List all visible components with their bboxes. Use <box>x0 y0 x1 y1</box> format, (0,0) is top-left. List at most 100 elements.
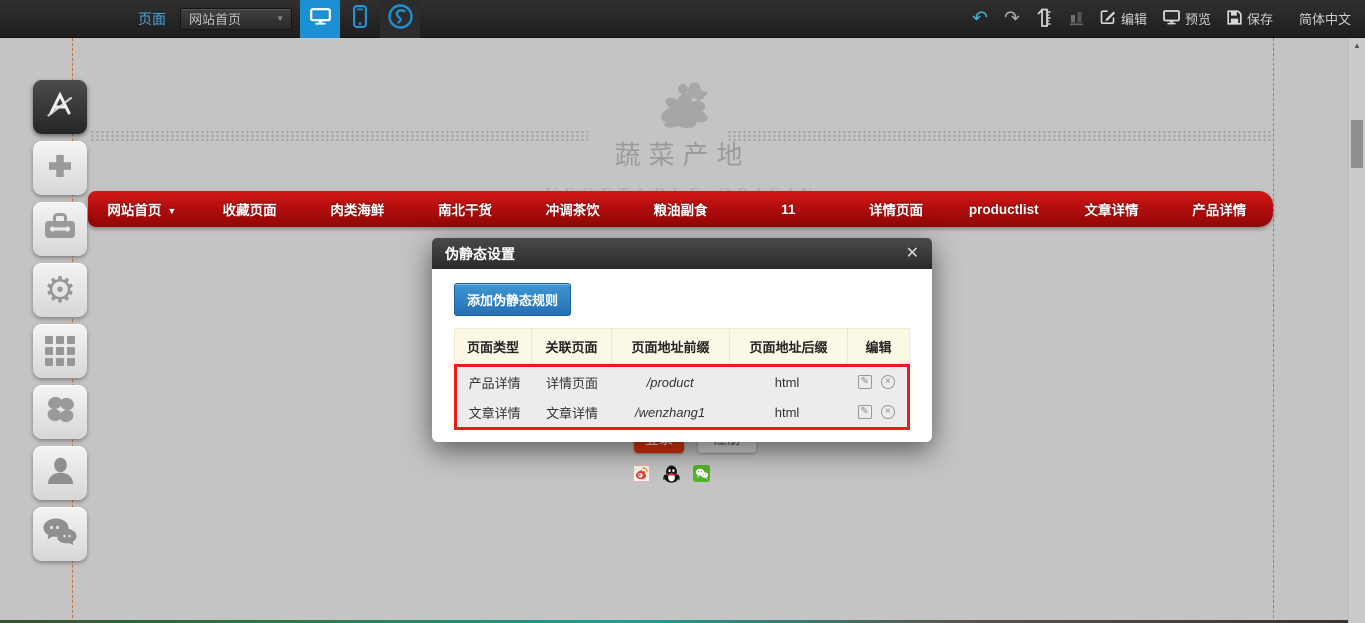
save-button[interactable]: 保存 <box>1227 9 1273 28</box>
site-logo: 蔬菜产地 VEGETABLE ORIGIN <box>0 80 1365 204</box>
nav-item-favorites[interactable]: 收藏页面 <box>196 199 304 219</box>
col-header-url-prefix: 页面地址前缀 <box>611 329 729 363</box>
cell-linked-page: 文章详情 <box>532 403 611 422</box>
nav-item-beverages[interactable]: 冲调茶饮 <box>519 199 627 219</box>
sidebar-item-design-tools[interactable] <box>33 80 87 134</box>
grid-icon <box>45 336 75 366</box>
nav-item-detail-page[interactable]: 详情页面 <box>842 199 950 219</box>
site-navbar: 网站首页 ▼ 收藏页面 肉类海鲜 南北干货 冲调茶饮 粮油副食 11 详情页面 p… <box>88 191 1273 227</box>
ruler-button[interactable] <box>1036 7 1053 31</box>
chevron-down-icon: ▼ <box>167 206 176 216</box>
scroll-up-arrow[interactable]: ▲ <box>1349 41 1365 50</box>
desktop-view-button[interactable] <box>300 0 340 38</box>
nav-item-product-detail[interactable]: 产品详情 <box>1165 199 1273 219</box>
social-login-icons <box>633 465 710 482</box>
page-select-dropdown[interactable]: 网站首页 ▼ <box>180 8 292 30</box>
redo-button[interactable]: ↷ <box>1004 9 1020 28</box>
mobile-phone-icon <box>353 5 367 33</box>
dialog-title: 伪静态设置 <box>445 244 515 264</box>
vegetable-logo-icon <box>648 115 718 132</box>
clover-icon <box>44 393 77 431</box>
table-row: 文章详情 文章详情 /wenzhang1 html ✎ × <box>457 397 907 427</box>
mobile-view-button[interactable] <box>340 0 380 38</box>
row-actions: ✎ × <box>846 405 907 419</box>
preview-label: 预览 <box>1185 9 1211 28</box>
edit-button[interactable]: 编辑 <box>1100 9 1147 28</box>
delete-row-icon[interactable]: × <box>881 405 895 419</box>
ruler-icon <box>1036 7 1053 31</box>
nav-item-article-detail[interactable]: 文章详情 <box>1058 199 1166 219</box>
nav-item-grain-oil[interactable]: 粮油副食 <box>627 199 735 219</box>
col-header-edit: 编辑 <box>847 329 909 363</box>
nav-item-11[interactable]: 11 <box>734 202 842 217</box>
top-toolbar: 页面 网站首页 ▼ ↶ ↷ <box>0 0 1365 38</box>
plus-icon <box>45 151 75 186</box>
cell-page-type: 产品详情 <box>457 373 532 392</box>
site-name: 蔬菜产地 <box>0 135 1365 172</box>
effects-view-button[interactable] <box>380 0 420 38</box>
cell-linked-page: 详情页面 <box>532 373 611 392</box>
rules-table: 页面类型 关联页面 页面地址前缀 页面地址后缀 编辑 产品详情 详情页面 /pr… <box>454 328 910 430</box>
stats-button[interactable] <box>1069 9 1084 29</box>
gear-icon: ⚙ <box>44 272 76 308</box>
edit-row-icon[interactable]: ✎ <box>858 375 872 389</box>
layout-guide-right <box>1273 38 1274 623</box>
person-icon <box>45 455 76 491</box>
nav-item-home[interactable]: 网站首页 ▼ <box>88 199 196 219</box>
wechat-icon[interactable] <box>693 465 710 482</box>
nav-item-meat-seafood[interactable]: 肉类海鲜 <box>303 199 411 219</box>
scrollbar-thumb[interactable] <box>1351 120 1363 168</box>
chat-bubbles-icon <box>42 517 78 551</box>
floppy-save-icon <box>1227 10 1242 28</box>
chevron-down-icon: ▼ <box>276 14 284 23</box>
undo-button[interactable]: ↶ <box>972 9 988 28</box>
toolbar-actions: ↶ ↷ 编辑 预览 保存 <box>972 7 1351 31</box>
qq-icon[interactable] <box>663 465 680 482</box>
sidebar-item-add-module[interactable] <box>33 141 87 195</box>
cell-page-type: 文章详情 <box>457 403 532 422</box>
edit-row-icon[interactable]: ✎ <box>858 405 872 419</box>
editor-sidebar: ⚙ <box>33 80 87 561</box>
table-row: 产品详情 详情页面 /product html ✎ × <box>457 367 907 397</box>
preview-monitor-icon <box>1163 10 1180 28</box>
cell-url-prefix: /product <box>612 375 729 390</box>
sidebar-item-modules-grid[interactable] <box>33 324 87 378</box>
save-label: 保存 <box>1247 9 1273 28</box>
col-header-page-type: 页面类型 <box>455 329 531 363</box>
col-header-linked-page: 关联页面 <box>531 329 611 363</box>
page-scrollbar[interactable]: ▲ <box>1348 38 1365 623</box>
cell-url-prefix: /wenzhang1 <box>612 405 729 420</box>
sidebar-item-toolbox[interactable] <box>33 202 87 256</box>
page-select-value: 网站首页 <box>189 9 241 28</box>
page-controls: 页面 网站首页 ▼ <box>138 0 420 38</box>
dialog-header[interactable]: 伪静态设置 ✕ <box>432 238 932 269</box>
pseudo-static-settings-dialog: 伪静态设置 ✕ 添加伪静态规则 页面类型 关联页面 页面地址前缀 页面地址后缀 … <box>432 238 932 442</box>
weibo-icon[interactable] <box>633 465 650 482</box>
nav-item-dry-goods[interactable]: 南北干货 <box>411 199 519 219</box>
edit-label: 编辑 <box>1121 9 1147 28</box>
nav-item-label: 网站首页 <box>107 203 161 218</box>
sidebar-item-plugins[interactable] <box>33 385 87 439</box>
desktop-monitor-icon <box>310 8 331 30</box>
language-switcher[interactable]: 简体中文 <box>1299 9 1351 28</box>
dialog-body: 添加伪静态规则 页面类型 关联页面 页面地址前缀 页面地址后缀 编辑 产品详情 … <box>432 269 932 442</box>
add-rule-button[interactable]: 添加伪静态规则 <box>454 283 571 316</box>
nav-item-productlist[interactable]: productlist <box>950 202 1058 217</box>
cell-url-suffix: html <box>729 375 846 390</box>
bar-stats-icon <box>1069 9 1084 29</box>
preview-button[interactable]: 预览 <box>1163 9 1211 28</box>
pencil-square-icon <box>1100 9 1116 28</box>
sidebar-item-members[interactable] <box>33 446 87 500</box>
rules-rows-highlight: 产品详情 详情页面 /product html ✎ × 文章详情 文章详情 /w… <box>454 364 910 430</box>
s-curve-circle-icon <box>387 3 414 35</box>
table-header-row: 页面类型 关联页面 页面地址前缀 页面地址后缀 编辑 <box>454 328 910 364</box>
page-label: 页面 <box>138 9 166 29</box>
close-icon[interactable]: ✕ <box>906 246 919 262</box>
col-header-url-suffix: 页面地址后缀 <box>729 329 847 363</box>
sidebar-item-settings[interactable]: ⚙ <box>33 263 87 317</box>
delete-row-icon[interactable]: × <box>881 375 895 389</box>
cell-url-suffix: html <box>729 405 846 420</box>
sidebar-item-chat[interactable] <box>33 507 87 561</box>
row-actions: ✎ × <box>846 375 907 389</box>
app-design-icon <box>44 89 76 126</box>
